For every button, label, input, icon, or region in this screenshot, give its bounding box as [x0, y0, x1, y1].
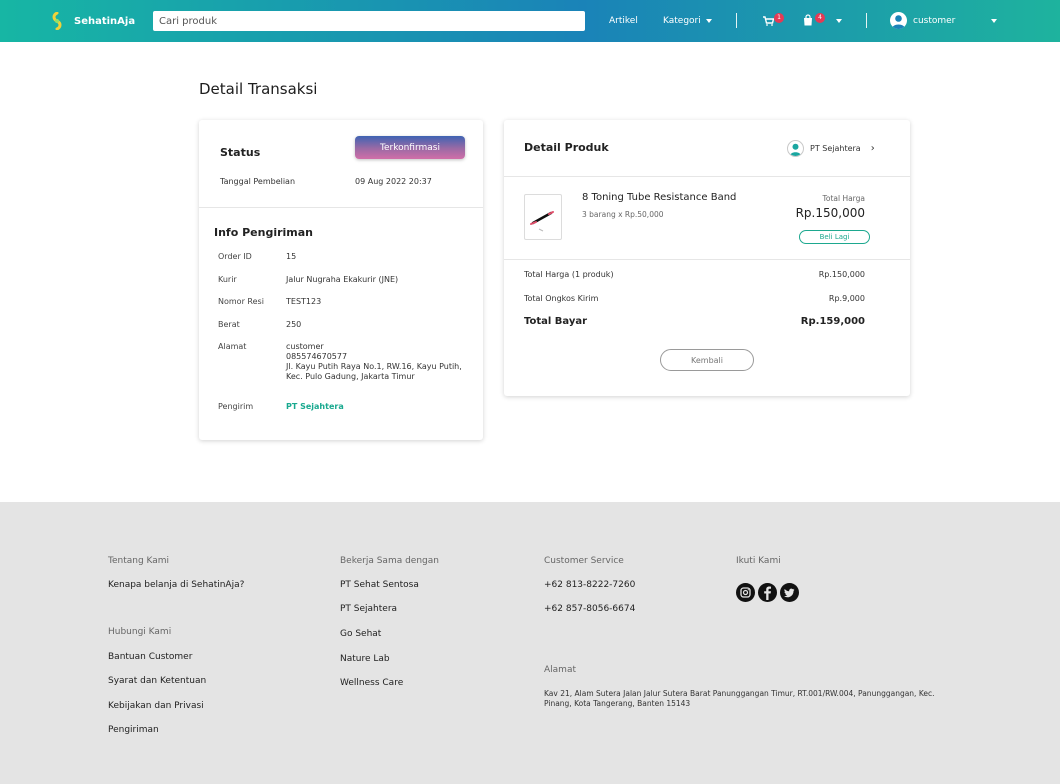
alamat-label: Alamat [218, 342, 247, 351]
chevron-down-icon[interactable] [991, 19, 997, 23]
footer-partner-heading: Bekerja Sama dengan [340, 556, 439, 566]
chevron-right-icon: › [870, 143, 875, 154]
alamat-line2: Kec. Pulo Gadung, Jakarta Timur [286, 372, 415, 381]
berat-label: Berat [218, 320, 240, 329]
social-links [736, 583, 799, 602]
kembali-button[interactable]: Kembali [660, 349, 754, 371]
footer-partner-item[interactable]: Nature Lab [340, 654, 390, 664]
berat-value: 250 [286, 320, 302, 329]
search-input[interactable] [153, 11, 585, 31]
twitter-icon[interactable] [780, 583, 799, 602]
ongkir-value: Rp.9,000 [828, 294, 865, 303]
page-title: Detail Transaksi [199, 80, 318, 98]
footer-link-pengiriman[interactable]: Pengiriman [108, 725, 159, 735]
section-divider [199, 207, 483, 208]
user-icon [892, 15, 905, 29]
product-name[interactable]: 8 Toning Tube Resistance Band [582, 192, 736, 203]
shopping-bag-icon[interactable] [803, 14, 813, 26]
footer-cs-phone[interactable]: +62 813-8222-7260 [544, 580, 635, 590]
status-badge[interactable]: Terkonfirmasi [355, 136, 465, 159]
footer-link-kebijakan[interactable]: Kebijakan dan Privasi [108, 701, 204, 711]
section-divider [504, 176, 910, 177]
top-navbar: SehatinAja Artikel Kategori 1 4 customer [0, 0, 1060, 42]
footer-hubungi-heading: Hubungi Kami [108, 627, 172, 637]
cart-count-badge: 1 [774, 13, 784, 23]
info-pengiriman-title: Info Pengiriman [214, 226, 314, 239]
nav-kategori-dropdown[interactable]: Kategori [663, 0, 712, 42]
footer-link-bantuan[interactable]: Bantuan Customer [108, 652, 192, 662]
nav-artikel-label: Artikel [609, 16, 638, 26]
footer-cs-phone[interactable]: +62 857-8056-6674 [544, 604, 635, 614]
seller-link[interactable]: PT Sejahtera › [787, 140, 875, 157]
brand-name: SehatinAja [74, 15, 136, 27]
seller-avatar-icon [787, 140, 804, 157]
user-name: customer [913, 16, 956, 26]
detail-produk-card: Detail Produk PT Sejahtera › 8 Toning Tu… [504, 120, 910, 396]
footer-partner-item[interactable]: Go Sehat [340, 629, 381, 639]
seller-name: PT Sejahtera [810, 144, 861, 153]
status-card: Status Terkonfirmasi Tanggal Pembelian 0… [199, 120, 483, 440]
footer-tentang-heading: Tentang Kami [108, 556, 170, 566]
order-id-label: Order ID [218, 252, 252, 261]
detail-produk-title: Detail Produk [524, 141, 609, 154]
summary-total-value: Rp.150,000 [818, 270, 865, 279]
chevron-down-icon[interactable] [836, 19, 842, 23]
summary-total-label: Total Harga (1 produk) [524, 270, 614, 279]
ongkir-label: Total Ongkos Kirim [524, 294, 599, 303]
footer-link-syarat[interactable]: Syarat dan Ketentuan [108, 676, 206, 686]
footer-partner-item[interactable]: PT Sejahtera [340, 604, 397, 614]
instagram-icon[interactable] [736, 583, 755, 602]
chevron-down-icon [705, 19, 712, 23]
alamat-phone: 085574670577 [286, 352, 348, 361]
total-harga-value: Rp.150,000 [795, 206, 865, 220]
footer-partner-item[interactable]: PT Sehat Sentosa [340, 580, 419, 590]
footer: Tentang Kami Kenapa belanja di SehatinAj… [0, 502, 1060, 784]
brand[interactable]: SehatinAja [50, 12, 135, 30]
product-qty: 3 barang x Rp.50,000 [582, 210, 664, 219]
beli-lagi-button[interactable]: Beli Lagi [799, 230, 870, 244]
nav-divider [736, 13, 737, 28]
user-menu[interactable]: customer [913, 0, 955, 42]
footer-ikuti-heading: Ikuti Kami [736, 556, 781, 566]
nomor-resi-label: Nomor Resi [218, 297, 264, 306]
kurir-value: Jalur Nugraha Ekakurir (JNE) [286, 275, 399, 284]
section-divider [504, 259, 910, 260]
total-bayar-value: Rp.159,000 [800, 316, 865, 327]
pengirim-label: Pengirim [218, 402, 254, 411]
nav-artikel-link[interactable]: Artikel [609, 0, 638, 42]
nomor-resi-value: TEST123 [286, 297, 322, 306]
footer-partner-item[interactable]: Wellness Care [340, 678, 403, 688]
footer-alamat-heading: Alamat [544, 665, 576, 675]
footer-cs-heading: Customer Service [544, 556, 624, 566]
nav-kategori-label: Kategori [663, 16, 701, 26]
pengirim-link[interactable]: PT Sejahtera [286, 402, 344, 412]
product-image[interactable] [524, 194, 562, 240]
total-harga-label: Total Harga [822, 194, 865, 203]
status-title: Status [220, 146, 261, 159]
cart-icon[interactable] [763, 16, 774, 26]
total-bayar-label: Total Bayar [524, 316, 588, 327]
user-avatar[interactable] [890, 12, 907, 29]
alamat-line1: Jl. Kayu Putih Raya No.1, RW.16, Kayu Pu… [286, 362, 462, 371]
brand-logo-icon [52, 12, 62, 30]
bag-count-badge: 4 [815, 13, 825, 23]
nav-divider [866, 13, 867, 28]
tanggal-pembelian-label: Tanggal Pembelian [220, 177, 296, 186]
kurir-label: Kurir [218, 275, 237, 284]
tanggal-pembelian-value: 09 Aug 2022 20:37 [355, 177, 432, 186]
alamat-name: customer [286, 342, 324, 351]
resistance-band-icon [530, 211, 554, 232]
footer-alamat-text: Kav 21, Alam Sutera Jalan Jalur Sutera B… [544, 689, 935, 708]
order-id-value: 15 [286, 252, 297, 261]
alamat-value: customer 085574670577 Jl. Kayu Putih Ray… [286, 342, 462, 382]
facebook-icon[interactable] [758, 583, 777, 602]
footer-link-kenapa[interactable]: Kenapa belanja di SehatinAja? [108, 580, 244, 590]
